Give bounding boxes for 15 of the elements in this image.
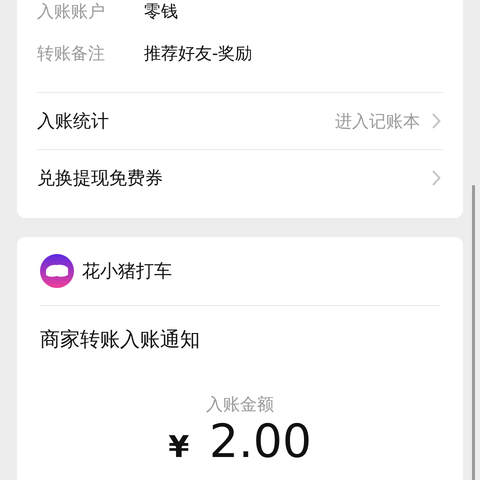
detail-value: 推荐好友-奖励 [144,42,252,64]
currency-symbol: ¥ [168,433,190,463]
pig-logo-icon [40,254,74,288]
merchant-name: 花小猪打车 [82,260,172,283]
amount-label: 入账金额 [205,394,275,416]
chevron-icon [432,170,441,186]
detail-label: 转账备注 [37,42,106,64]
detail-label: 入账账户 [37,0,106,22]
notice-title: 商家转账入账通知 [40,326,201,353]
list-item[interactable]: 入账统计 进入记账本 [37,93,443,150]
chevron-icon [432,113,441,129]
list-item[interactable]: 兑换提现免费券 [37,150,443,206]
amount-value: 2.00 [209,418,312,464]
detail-value: 零钱 [144,0,178,22]
scrollbar[interactable] [472,185,475,480]
